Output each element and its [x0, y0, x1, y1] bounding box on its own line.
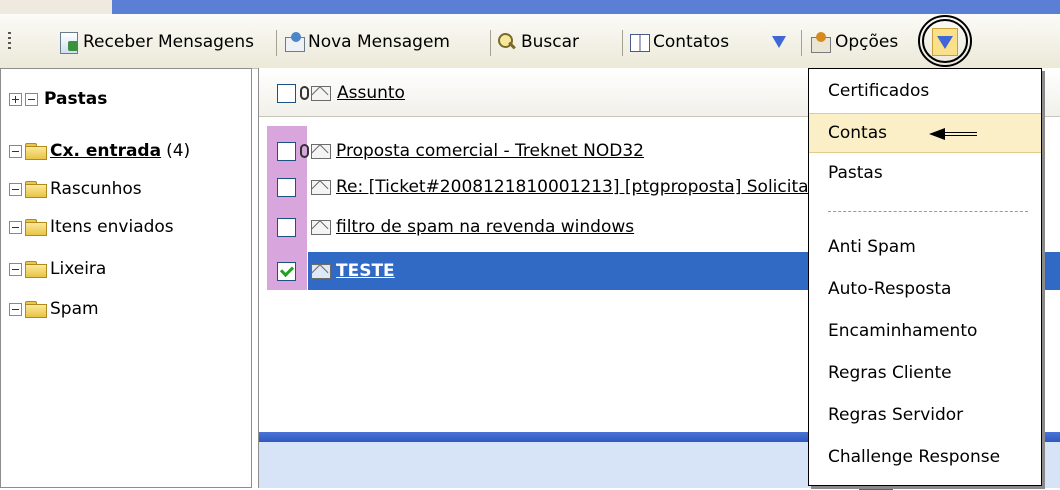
message-subject[interactable]: filtro de spam na revenda windows	[336, 217, 634, 237]
envelope-icon	[311, 85, 331, 101]
collapse-icon[interactable]	[9, 220, 22, 234]
search-label: Buscar	[521, 32, 580, 52]
folder-sent-label: Itens enviados	[50, 217, 174, 237]
options-menu: Certificados Contas Pastas Anti Spam Aut…	[808, 68, 1042, 486]
message-checkbox[interactable]	[277, 217, 296, 237]
folders-title: Pastas	[44, 89, 108, 109]
collapse-icon[interactable]	[9, 182, 22, 196]
toolbar-separator	[490, 30, 491, 56]
menu-item-pastas[interactable]: Pastas	[809, 155, 1041, 191]
menu-item-regras-servidor[interactable]: Regras Servidor	[809, 395, 1041, 435]
arrow-left-icon	[929, 126, 979, 140]
menu-item-contas[interactable]: Contas	[809, 113, 1041, 153]
options-button[interactable]: Opções	[810, 28, 898, 56]
new-message-button[interactable]: Nova Mensagem	[283, 28, 450, 56]
collapse-icon[interactable]	[9, 144, 22, 158]
toolbar-separator	[276, 30, 277, 56]
attachment-icon	[300, 86, 309, 100]
new-message-icon	[283, 31, 305, 53]
message-checkbox[interactable]	[277, 177, 296, 197]
message-subject[interactable]: TESTE	[336, 261, 395, 281]
menu-item-encaminhamento[interactable]: Encaminhamento	[809, 311, 1041, 351]
window-top-strip	[0, 0, 1060, 14]
envelope-open-icon	[311, 263, 331, 279]
folder-spam[interactable]: Spam	[9, 295, 99, 323]
menu-item-contas-label: Contas	[828, 123, 887, 143]
contacts-label: Contatos	[653, 32, 730, 52]
menu-item-challenge-response[interactable]: Challenge Response	[809, 437, 1041, 477]
menu-item-certificados[interactable]: Certificados	[809, 71, 1041, 111]
envelope-open-icon	[311, 179, 331, 195]
message-subject[interactable]: Proposta comercial - Treknet NOD32	[336, 141, 644, 161]
receive-messages-button[interactable]: Receber Mensagens	[58, 28, 254, 56]
menu-item-anti-spam[interactable]: Anti Spam	[809, 227, 1041, 267]
folder-icon	[25, 181, 47, 198]
search-button[interactable]: Buscar	[496, 28, 579, 56]
envelope-open-icon	[311, 143, 331, 159]
folder-drafts[interactable]: Rascunhos	[9, 175, 142, 203]
search-icon	[496, 31, 518, 53]
new-message-label: Nova Mensagem	[308, 32, 450, 52]
toolbar-separator	[622, 30, 623, 56]
folder-inbox-label: Cx. entrada	[50, 141, 162, 161]
checkmark-icon	[279, 262, 294, 277]
message-checkbox[interactable]	[277, 141, 296, 161]
options-gear-icon	[810, 31, 832, 53]
chevron-down-icon	[772, 36, 786, 48]
menu-separator	[828, 211, 1028, 212]
contacts-dropdown[interactable]	[772, 28, 786, 56]
options-label: Opções	[835, 32, 899, 52]
folder-icon	[25, 143, 47, 160]
message-subject[interactable]: Re: [Ticket#2008121810001213] [ptgpropos…	[336, 177, 838, 197]
collapse-icon[interactable]	[9, 302, 22, 316]
highlight-circle	[918, 15, 972, 67]
toolbar: Receber Mensagens Nova Mensagem Buscar C…	[0, 14, 1060, 69]
collapse-icon[interactable]	[9, 262, 22, 276]
expand-icon[interactable]	[9, 92, 22, 106]
folder-icon	[25, 219, 47, 236]
folder-spam-label: Spam	[50, 299, 99, 319]
folder-inbox[interactable]: Cx. entrada (4)	[9, 137, 190, 165]
folder-trash-label: Lixeira	[50, 259, 107, 279]
folder-sent[interactable]: Itens enviados	[9, 213, 174, 241]
window-tab	[0, 0, 112, 14]
menu-item-auto-resposta[interactable]: Auto-Resposta	[809, 269, 1041, 309]
menu-item-regras-cliente[interactable]: Regras Cliente	[809, 353, 1041, 393]
folders-header: Pastas	[9, 85, 107, 113]
toolbar-separator	[801, 30, 802, 56]
message-checkbox-checked[interactable]	[277, 261, 296, 281]
folder-drafts-label: Rascunhos	[50, 179, 142, 199]
collapse-icon[interactable]	[25, 92, 38, 106]
contacts-button[interactable]: Contatos	[628, 28, 729, 56]
envelope-open-icon	[311, 219, 331, 235]
receive-messages-label: Receber Mensagens	[83, 32, 255, 52]
select-all-checkbox[interactable]	[277, 83, 296, 103]
subject-column-header[interactable]: Assunto	[337, 83, 405, 103]
folders-pane: Pastas Cx. entrada (4) Rascunhos Itens e…	[0, 68, 252, 488]
folder-inbox-count: (4)	[166, 141, 191, 161]
folder-icon	[25, 301, 47, 318]
attachment-icon	[300, 144, 309, 158]
folder-icon	[25, 261, 47, 278]
receive-messages-icon	[58, 31, 80, 54]
toolbar-grip	[8, 28, 11, 56]
folder-trash[interactable]: Lixeira	[9, 255, 106, 283]
contacts-book-icon	[628, 31, 650, 53]
